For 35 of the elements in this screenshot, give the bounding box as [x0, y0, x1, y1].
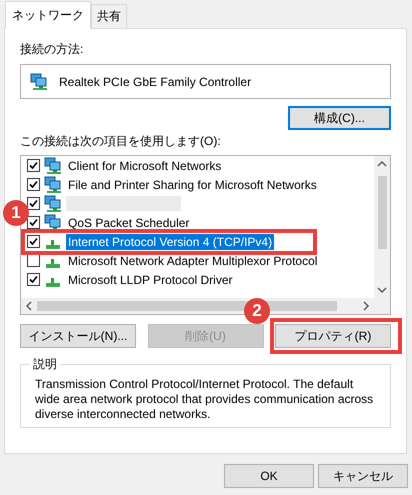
list-item[interactable]: Internet Protocol Version 4 (TCP/IPv4)	[66, 234, 274, 250]
description-text: Transmission Control Protocol/Internet Protocol. The default wide area network protocol that provides communication across diverse interconnected networks.	[35, 377, 374, 422]
network-computers-icon	[30, 72, 48, 90]
checkbox[interactable]	[27, 235, 40, 248]
list-item[interactable]: Client for Microsoft Networks	[66, 158, 224, 174]
description-title: 説明	[32, 356, 58, 373]
dialog-button[interactable]: キャンセル	[318, 464, 408, 488]
network-protocol-icon	[46, 278, 60, 287]
horizontal-scrollbar[interactable]	[21, 298, 374, 314]
network-computers-icon	[44, 194, 62, 212]
tab[interactable]: 共有	[91, 4, 127, 28]
list-item[interactable]: QoS Packet Scheduler	[66, 214, 192, 230]
network-protocol-icon	[46, 259, 60, 268]
vertical-scrollbar[interactable]	[374, 156, 390, 298]
checkbox[interactable]	[27, 178, 40, 191]
checkbox[interactable]	[27, 273, 40, 286]
items-label: この接続は次の項目を使用します(O):	[20, 133, 222, 150]
list-item[interactable]: Microsoft LLDP Protocol Driver	[66, 272, 234, 288]
checkbox[interactable]	[27, 197, 40, 210]
network-computers-icon	[44, 156, 62, 174]
list-item[interactable]: Microsoft Network Adapter Multiplexor Protocol	[66, 252, 320, 268]
checkbox[interactable]	[27, 254, 40, 267]
configure-button[interactable]: 構成(C)...	[288, 106, 391, 130]
dialog-button[interactable]: OK	[224, 464, 314, 488]
adapter-name: Realtek PCIe GbE Family Controller	[58, 74, 252, 90]
connect-using-label: 接続の方法:	[20, 41, 84, 58]
network-protocol-icon	[46, 240, 60, 249]
action-button[interactable]: プロパティ(R)	[275, 324, 391, 348]
network-computers-icon	[44, 214, 62, 232]
action-button[interactable]: インストール(N)...	[20, 324, 136, 348]
tab[interactable]: ネットワーク	[5, 1, 91, 29]
network-computers-icon	[44, 176, 62, 194]
list-item[interactable]: File and Printer Sharing for Microsoft Networks	[66, 176, 319, 192]
checkbox[interactable]	[27, 159, 40, 172]
checkbox[interactable]	[27, 216, 40, 229]
